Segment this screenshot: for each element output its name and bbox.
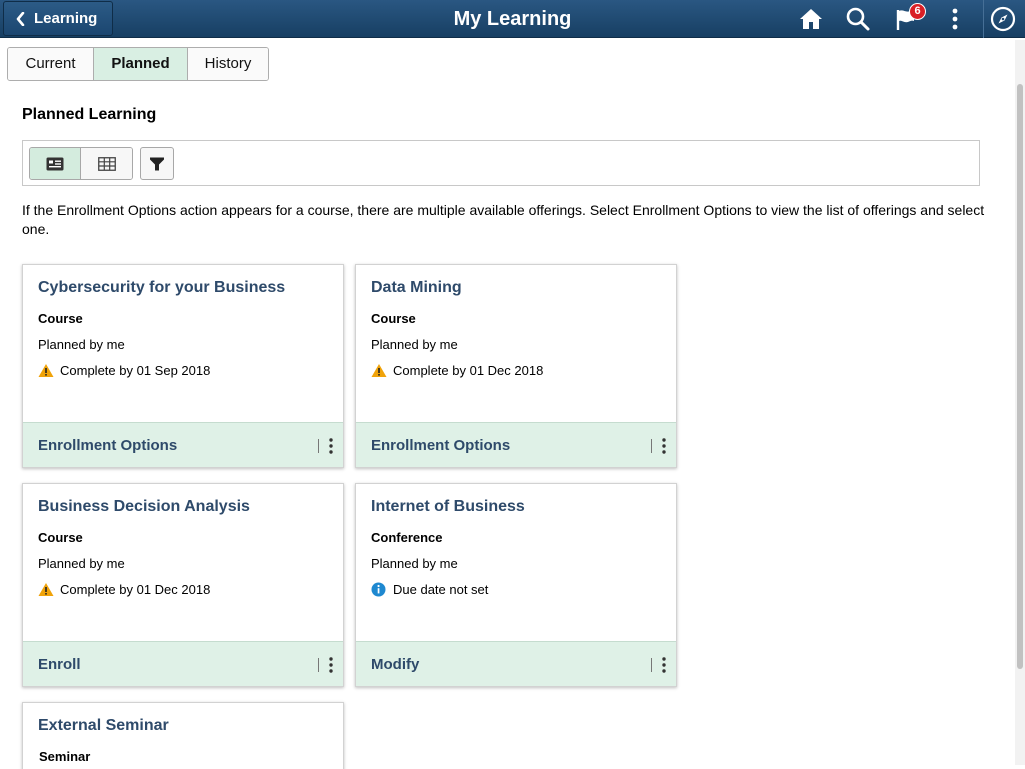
enrollment-options-link[interactable]: Enrollment Options	[38, 423, 177, 468]
card-status-text: Complete by 01 Dec 2018	[60, 582, 211, 597]
tab-planned[interactable]: Planned	[94, 48, 188, 80]
filter-icon	[150, 157, 164, 170]
modify-link[interactable]: Modify	[371, 642, 419, 687]
warning-icon	[38, 363, 54, 378]
enrollment-info-text: If the Enrollment Options action appears…	[22, 202, 985, 237]
card-type: Conference	[371, 530, 443, 545]
footer-divider	[318, 439, 319, 453]
header-divider	[983, 0, 984, 38]
tab-bar: Current Planned History	[7, 47, 269, 81]
card-status: Complete by 01 Dec 2018	[38, 582, 210, 597]
learning-card[interactable]: Internet of Business Conference Planned …	[355, 483, 677, 687]
enroll-link[interactable]: Enroll	[38, 642, 81, 687]
search-icon[interactable]	[843, 4, 873, 34]
more-vertical-icon[interactable]	[325, 436, 337, 456]
chevron-left-icon	[16, 11, 25, 26]
grid-view-button[interactable]	[81, 148, 132, 179]
card-title[interactable]: External Seminar	[38, 717, 169, 735]
card-footer: Enrollment Options	[356, 422, 676, 467]
tab-history[interactable]: History	[188, 48, 268, 80]
scrollbar-thumb[interactable]	[1017, 84, 1023, 669]
list-view-button[interactable]	[30, 148, 81, 179]
card-planned-by: Planned by me	[38, 337, 125, 352]
learning-card[interactable]: Cybersecurity for your Business Course P…	[22, 264, 344, 468]
card-type: Course	[38, 530, 83, 545]
footer-divider	[651, 439, 652, 453]
card-planned-by: Planned by me	[371, 337, 458, 352]
card-status: Complete by 01 Sep 2018	[38, 363, 210, 378]
more-vertical-icon[interactable]	[658, 436, 670, 456]
card-planned-by: Planned by me	[371, 556, 458, 571]
home-icon[interactable]	[796, 4, 826, 34]
footer-divider	[651, 658, 652, 672]
flag-icon[interactable]: 6	[892, 3, 926, 34]
view-toolbar	[22, 140, 980, 186]
grid-view-icon	[97, 156, 116, 171]
learning-card[interactable]: Business Decision Analysis Course Planne…	[22, 483, 344, 687]
learning-card[interactable]: Data Mining Course Planned by me Complet…	[355, 264, 677, 468]
warning-icon	[38, 582, 54, 597]
more-vertical-icon[interactable]	[940, 4, 970, 34]
card-title[interactable]: Business Decision Analysis	[38, 498, 250, 516]
enrollment-options-link[interactable]: Enrollment Options	[371, 423, 510, 468]
navbar-compass-icon[interactable]	[988, 4, 1018, 34]
card-footer: Enrollment Options	[23, 422, 343, 467]
list-view-icon	[46, 157, 64, 170]
card-footer: Modify	[356, 641, 676, 686]
back-button-label: Learning	[34, 10, 98, 27]
more-vertical-icon[interactable]	[325, 655, 337, 675]
tab-current[interactable]: Current	[8, 48, 94, 80]
card-status-text: Complete by 01 Dec 2018	[393, 363, 544, 378]
card-status: Due date not set	[371, 582, 488, 597]
warning-icon	[371, 363, 387, 378]
app-header: Learning My Learning 6	[0, 0, 1025, 38]
more-vertical-icon[interactable]	[658, 655, 670, 675]
card-title[interactable]: Internet of Business	[371, 498, 525, 516]
card-type: Seminar	[39, 749, 91, 764]
filter-button[interactable]	[140, 147, 174, 180]
card-type: Course	[38, 311, 83, 326]
back-button[interactable]: Learning	[3, 1, 113, 36]
learning-card[interactable]: External Seminar Seminar	[22, 702, 344, 769]
info-icon	[371, 582, 387, 597]
card-planned-by: Planned by me	[38, 556, 125, 571]
card-status: Complete by 01 Dec 2018	[371, 363, 543, 378]
scrollbar[interactable]	[1015, 40, 1025, 765]
view-toggle-group	[29, 147, 133, 180]
card-title[interactable]: Data Mining	[371, 279, 462, 297]
card-footer: Enroll	[23, 641, 343, 686]
notification-badge: 6	[909, 3, 926, 20]
card-type: Course	[371, 311, 416, 326]
card-status-text: Due date not set	[393, 582, 489, 597]
footer-divider	[318, 658, 319, 672]
card-status-text: Complete by 01 Sep 2018	[60, 363, 211, 378]
card-title[interactable]: Cybersecurity for your Business	[38, 279, 285, 297]
section-title: Planned Learning	[22, 106, 157, 123]
